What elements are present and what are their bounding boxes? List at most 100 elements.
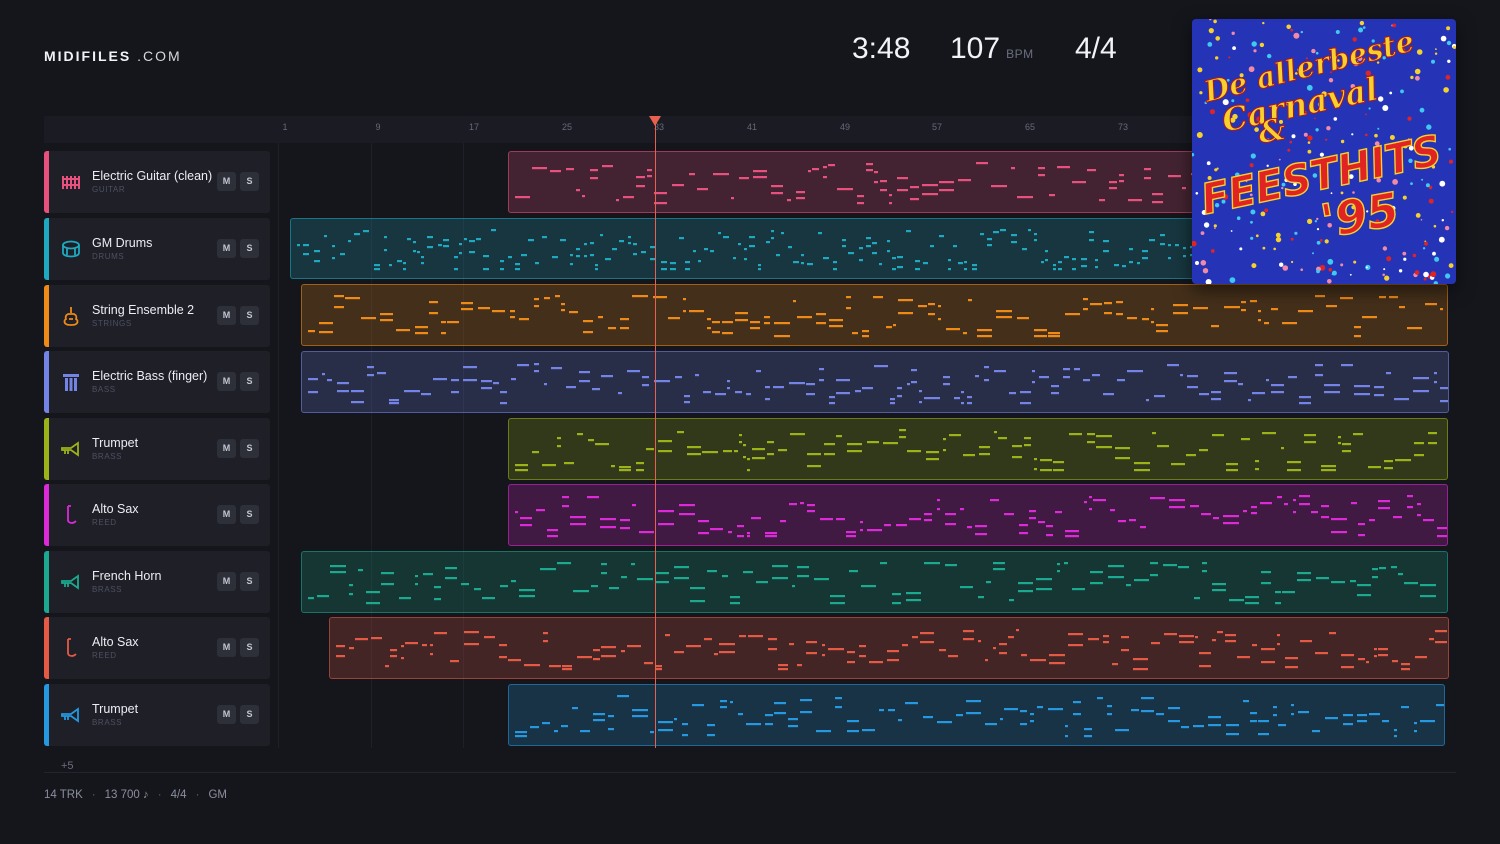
mute-button[interactable]: M [217, 505, 236, 524]
track-header-trumpet-2[interactable]: Trumpet BRASS M S [44, 684, 270, 746]
solo-button[interactable]: S [240, 172, 259, 191]
confetti-dot [1439, 180, 1446, 187]
midi-note [1413, 390, 1429, 393]
midi-note [679, 513, 695, 516]
confetti-dot [1316, 269, 1320, 274]
track-header-gm-drums[interactable]: GM Drums DRUMS M S [44, 218, 270, 280]
midi-note [687, 453, 701, 456]
mute-button[interactable]: M [217, 439, 236, 458]
midi-note [828, 164, 835, 167]
midi-note [1245, 602, 1259, 605]
track-color-stripe [44, 285, 49, 347]
track-header-string-ensemble[interactable]: String Ensemble 2 STRINGS M S [44, 285, 270, 347]
midi-note [1087, 441, 1095, 444]
confetti-dot [1209, 109, 1216, 115]
midi-note [561, 309, 565, 312]
solo-button[interactable]: S [240, 638, 259, 657]
clip-french-horn[interactable] [301, 551, 1448, 613]
midi-note [351, 390, 364, 393]
midi-note [1036, 578, 1052, 581]
clip-string-ensemble[interactable] [301, 284, 1448, 346]
solo-button[interactable]: S [240, 505, 259, 524]
midi-note [1187, 375, 1198, 378]
midi-note [797, 316, 812, 319]
midi-note [1151, 308, 1154, 311]
midi-note [1021, 654, 1027, 657]
midi-note [911, 381, 917, 384]
midi-note [641, 251, 646, 254]
midi-note [1116, 313, 1123, 316]
playhead-handle[interactable] [649, 116, 661, 126]
track-header-alto-sax-2[interactable]: Alto Sax REED M S [44, 617, 270, 679]
midi-note [1169, 499, 1185, 502]
clip-alto-sax-2[interactable] [329, 617, 1449, 679]
mute-button[interactable]: M [217, 239, 236, 258]
solo-button[interactable]: S [240, 372, 259, 391]
clip-trumpet[interactable] [508, 418, 1448, 480]
midi-note [1315, 652, 1328, 655]
midi-note [1398, 573, 1403, 576]
midi-note [1129, 261, 1133, 264]
solo-button[interactable]: S [240, 705, 259, 724]
confetti-dot [1199, 91, 1203, 95]
midi-note [1350, 580, 1356, 583]
site-logo[interactable]: MIDIFILES .COM [44, 48, 182, 64]
track-header-electric-guitar[interactable]: Electric Guitar (clean) GUITAR M S [44, 151, 270, 213]
midi-note [1011, 241, 1017, 244]
mute-button[interactable]: M [217, 572, 236, 591]
track-header-electric-bass[interactable]: Electric Bass (finger) BASS M S [44, 351, 270, 413]
midi-note [812, 168, 819, 171]
midi-note [483, 268, 489, 271]
midi-note [1379, 296, 1386, 299]
confetti-dot [1353, 260, 1357, 264]
solo-button[interactable]: S [240, 306, 259, 325]
midi-note [384, 236, 387, 239]
clip-electric-bass[interactable] [301, 351, 1449, 413]
mute-button[interactable]: M [217, 372, 236, 391]
solo-button[interactable]: S [240, 439, 259, 458]
clip-alto-sax[interactable] [508, 484, 1448, 546]
track-header-alto-sax[interactable]: Alto Sax REED M S [44, 484, 270, 546]
mute-button[interactable]: M [217, 638, 236, 657]
track-header-french-horn[interactable]: French Horn BRASS M S [44, 551, 270, 613]
mute-button[interactable]: M [217, 172, 236, 191]
midi-note [1128, 199, 1142, 202]
clip-gm-drums[interactable] [290, 218, 1208, 279]
solo-button[interactable]: S [240, 239, 259, 258]
midi-note [892, 268, 896, 271]
confetti-dot [1300, 268, 1303, 271]
midi-note [636, 469, 644, 472]
confetti-dot [1382, 105, 1389, 111]
midi-note [381, 572, 394, 575]
midi-note [324, 235, 327, 238]
midi-note [535, 262, 539, 265]
midi-note [874, 181, 878, 184]
midi-note [397, 260, 402, 263]
midi-note [1108, 565, 1124, 568]
solo-button[interactable]: S [240, 572, 259, 591]
confetti-dot [1328, 268, 1333, 272]
midi-note [867, 441, 879, 444]
midi-note [493, 382, 499, 385]
mute-button[interactable]: M [217, 705, 236, 724]
clip-trumpet-2[interactable] [508, 684, 1445, 746]
midi-note [848, 252, 854, 255]
midi-note [1343, 723, 1353, 726]
midi-note [1104, 302, 1112, 305]
ruler-tick: 41 [746, 122, 758, 132]
midi-note [1243, 510, 1247, 513]
midi-note [1275, 602, 1281, 605]
track-header-trumpet[interactable]: Trumpet BRASS M S [44, 418, 270, 480]
midi-note [1045, 250, 1048, 253]
midi-note [658, 729, 673, 732]
playhead[interactable] [655, 120, 656, 748]
midi-note [774, 335, 790, 338]
midi-note [807, 510, 815, 513]
mute-button[interactable]: M [217, 306, 236, 325]
midi-note [797, 566, 809, 569]
track-color-stripe [44, 484, 49, 546]
more-tracks-indicator[interactable]: +5 [61, 760, 74, 772]
clip-electric-guitar[interactable] [508, 151, 1208, 213]
midi-note [801, 254, 804, 257]
midi-note [1282, 322, 1297, 325]
